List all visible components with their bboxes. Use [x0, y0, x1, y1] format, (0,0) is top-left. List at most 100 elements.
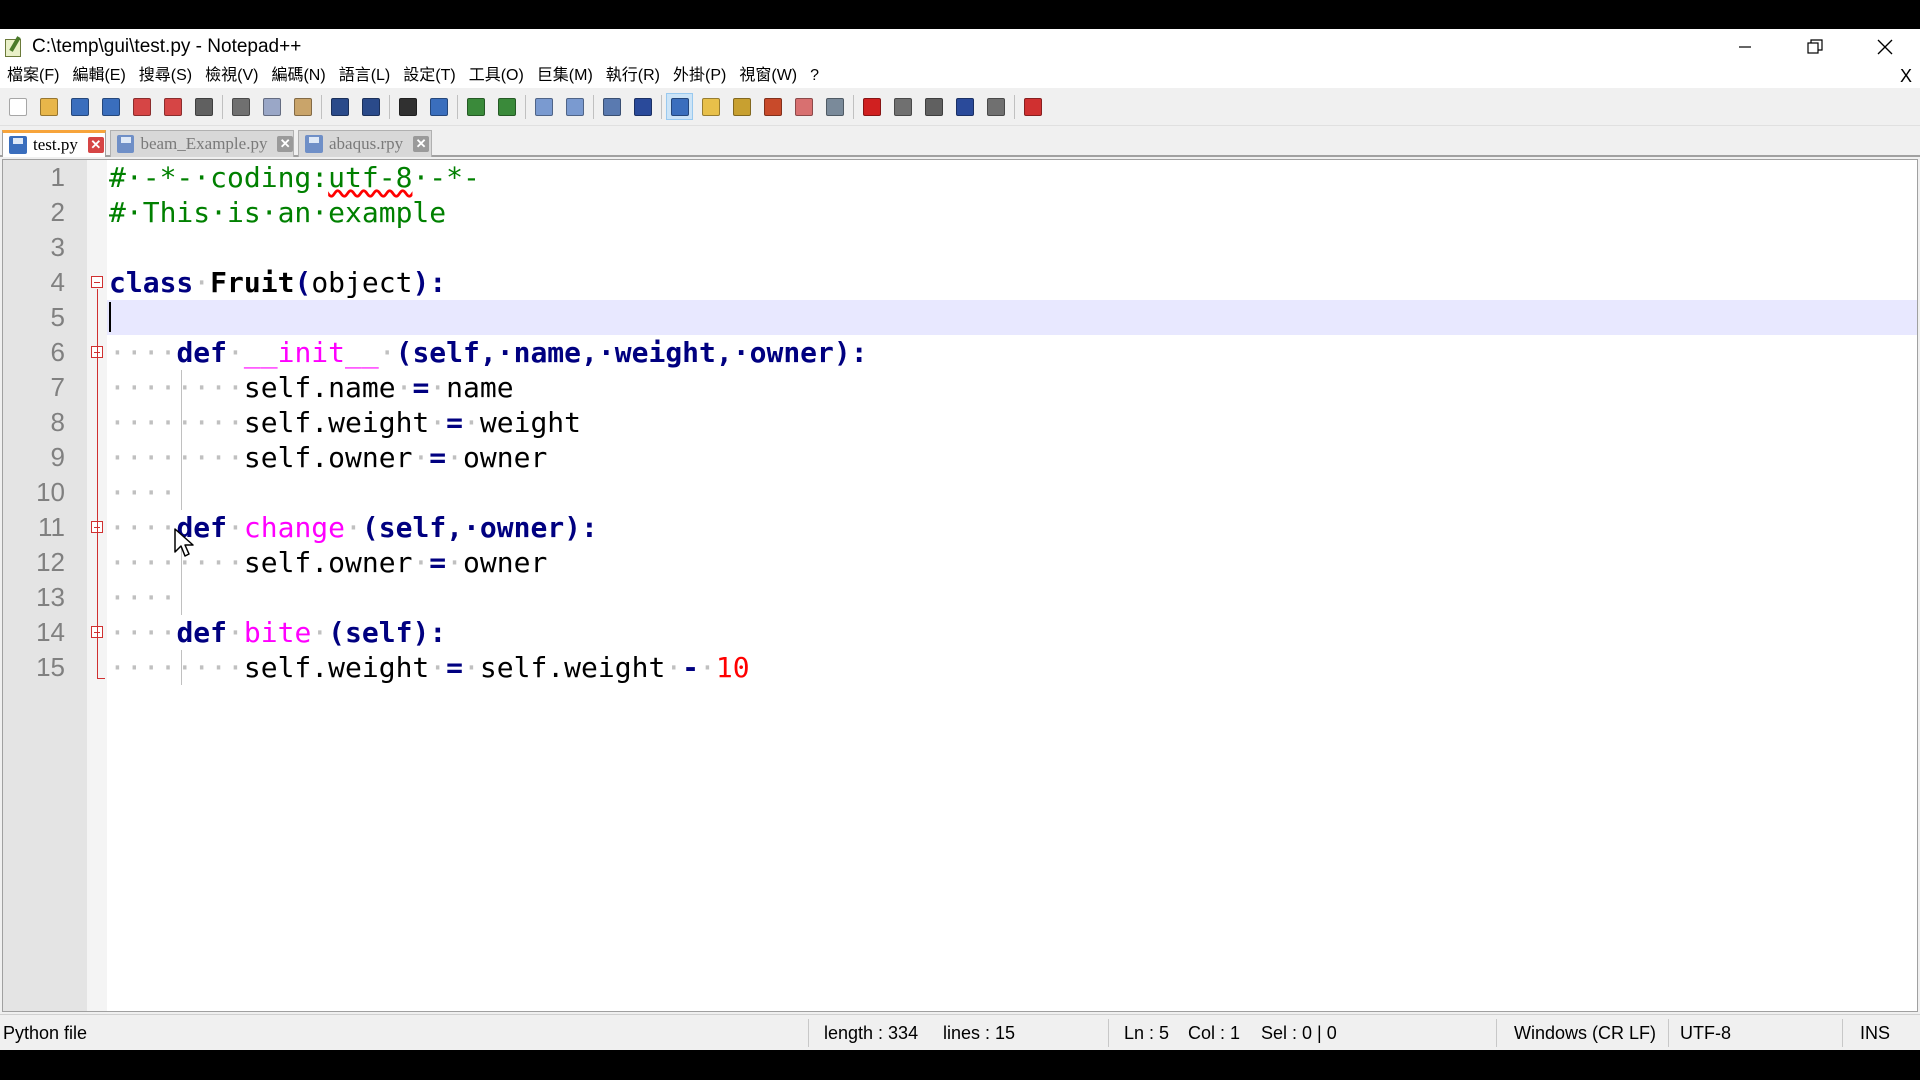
paste-button[interactable] [289, 93, 316, 120]
comment-token: ·-*- [412, 161, 480, 194]
code-line-15[interactable]: ········self.weight·=·self.weight·-·10 [107, 650, 1917, 685]
tab-label: abaqus.rpy [329, 134, 404, 153]
code-area[interactable]: #·-*-·coding:utf-8·-*- #·This·is·an·exam… [107, 160, 1917, 1011]
menu-window[interactable]: 視窗(W) [732, 64, 803, 88]
line-number: 8 [50, 407, 65, 437]
word-wrap-button[interactable] [598, 93, 625, 120]
minimize-button[interactable] [1710, 29, 1780, 64]
folder-workspace-button[interactable] [790, 93, 817, 120]
status-eol[interactable]: Windows (CR LF) [1514, 1015, 1656, 1051]
menu-tools[interactable]: 工具(O) [462, 64, 530, 88]
code-line-12[interactable]: ········self.owner·=·owner [107, 545, 1917, 580]
toolbar-separator [389, 94, 390, 119]
code-line-2[interactable]: #·This·is·an·example [107, 195, 1917, 230]
tab-close-icon[interactable]: ✕ [413, 136, 430, 152]
tab-close-icon[interactable]: ✕ [277, 136, 293, 152]
fold-margin[interactable] [87, 160, 107, 1011]
menu-macro[interactable]: 巨集(M) [530, 64, 599, 88]
menu-settings[interactable]: 設定(T) [396, 64, 461, 88]
sync-horizontal-button[interactable] [561, 93, 588, 120]
print-button[interactable] [190, 93, 217, 120]
toolbar-separator [661, 94, 662, 119]
function-list-button[interactable] [759, 93, 786, 120]
close-button[interactable] [1850, 29, 1920, 64]
new-file-button[interactable] [4, 93, 31, 120]
saved-file-icon [305, 135, 323, 153]
menu-view[interactable]: 檢視(V) [198, 64, 264, 88]
toolbar-separator [1014, 94, 1015, 119]
record-macro-button[interactable] [858, 93, 885, 120]
code-editor[interactable]: 1 2 3 4 5 6 7 8 9 10 11 12 13 14 15 #·-*-·coding:utf-8… [2, 159, 1918, 1012]
mouse-pointer-icon [174, 528, 194, 557]
close-document-button[interactable]: X [1900, 64, 1912, 88]
zoom-in-button[interactable] [462, 93, 489, 120]
save-icon [70, 97, 89, 116]
replace-button[interactable] [425, 93, 452, 120]
menu-encoding[interactable]: 編碼(N) [264, 64, 331, 88]
code-line-11[interactable]: ····def·change·(self,·owner): [107, 510, 1917, 545]
code-line-9[interactable]: ········self.owner·=·owner [107, 440, 1917, 475]
indent-guide-button[interactable] [666, 93, 693, 120]
zoom-out-icon [497, 97, 516, 116]
open-file-button[interactable] [35, 93, 62, 120]
menu-language[interactable]: 語言(L) [332, 64, 397, 88]
whitespace-dots: ···· [109, 336, 177, 369]
letterbox-bottom [0, 1050, 1920, 1080]
tab-beam-example-py[interactable]: beam_Example.py ✕ [110, 130, 294, 157]
redo-button[interactable] [357, 93, 384, 120]
menu-help[interactable]: ? [803, 64, 825, 88]
code-line-3[interactable] [107, 230, 1917, 265]
save-all-button[interactable] [97, 93, 124, 120]
undo-button[interactable] [326, 93, 353, 120]
tab-close-icon[interactable]: ✕ [87, 137, 104, 153]
menu-search[interactable]: 搜尋(S) [132, 64, 198, 88]
code-line-7[interactable]: ········self.name·=·name [107, 370, 1917, 405]
identifier-token: self.owner [243, 546, 413, 579]
code-line-14[interactable]: ····def·bite·(self): [107, 615, 1917, 650]
code-line-8[interactable]: ········self.weight·=·weight [107, 405, 1917, 440]
menu-plugins[interactable]: 外掛(P) [666, 64, 732, 88]
line-number: 14 [36, 617, 65, 647]
sync-horizontal-icon [565, 97, 584, 116]
fold-line [97, 289, 98, 678]
save-button[interactable] [66, 93, 93, 120]
tab-abaqus-rpy[interactable]: abaqus.rpy ✕ [298, 130, 432, 157]
code-line-13[interactable]: ···· [107, 580, 1917, 615]
tab-test-py[interactable]: test.py ✕ [2, 130, 106, 157]
tab-label: beam_Example.py [140, 134, 268, 153]
doc-map-button[interactable] [728, 93, 755, 120]
show-all-chars-button[interactable] [629, 93, 656, 120]
stop-macro-button[interactable] [889, 93, 916, 120]
close-all-button[interactable] [159, 93, 186, 120]
find-icon [398, 97, 417, 116]
code-line-1[interactable]: #·-*-·coding:utf-8·-*- [107, 160, 1917, 195]
replace-icon [429, 97, 448, 116]
code-line-6[interactable]: ····def·__init__·(self,·name,·weight,·ow… [107, 335, 1917, 370]
saved-file-icon [9, 136, 27, 154]
menu-edit[interactable]: 編輯(E) [65, 64, 131, 88]
line-number: 13 [36, 582, 65, 612]
menu-run[interactable]: 執行(R) [599, 64, 666, 88]
zoom-out-button[interactable] [493, 93, 520, 120]
spell-check-button[interactable] [1019, 93, 1046, 120]
user-lang-button[interactable] [697, 93, 724, 120]
menu-file[interactable]: 檔案(F) [0, 64, 65, 88]
run-macro-multiple-button[interactable] [951, 93, 978, 120]
copy-button[interactable] [258, 93, 285, 120]
save-macro-button[interactable] [982, 93, 1009, 120]
status-encoding[interactable]: UTF-8 [1680, 1015, 1731, 1051]
code-line-5-current[interactable] [107, 300, 1917, 335]
sync-vertical-icon [534, 97, 553, 116]
code-line-10[interactable]: ···· [107, 475, 1917, 510]
restore-button[interactable] [1780, 29, 1850, 64]
folder-workspace-icon [794, 97, 813, 116]
code-line-4[interactable]: class·Fruit(object): [107, 265, 1917, 300]
play-macro-button[interactable] [920, 93, 947, 120]
close-file-button[interactable] [128, 93, 155, 120]
comment-token: #·This·is·an·example [109, 196, 447, 229]
fold-toggle-icon[interactable] [91, 276, 103, 288]
find-button[interactable] [394, 93, 421, 120]
cut-button[interactable] [227, 93, 254, 120]
monitoring-button[interactable] [821, 93, 848, 120]
sync-vertical-button[interactable] [530, 93, 557, 120]
